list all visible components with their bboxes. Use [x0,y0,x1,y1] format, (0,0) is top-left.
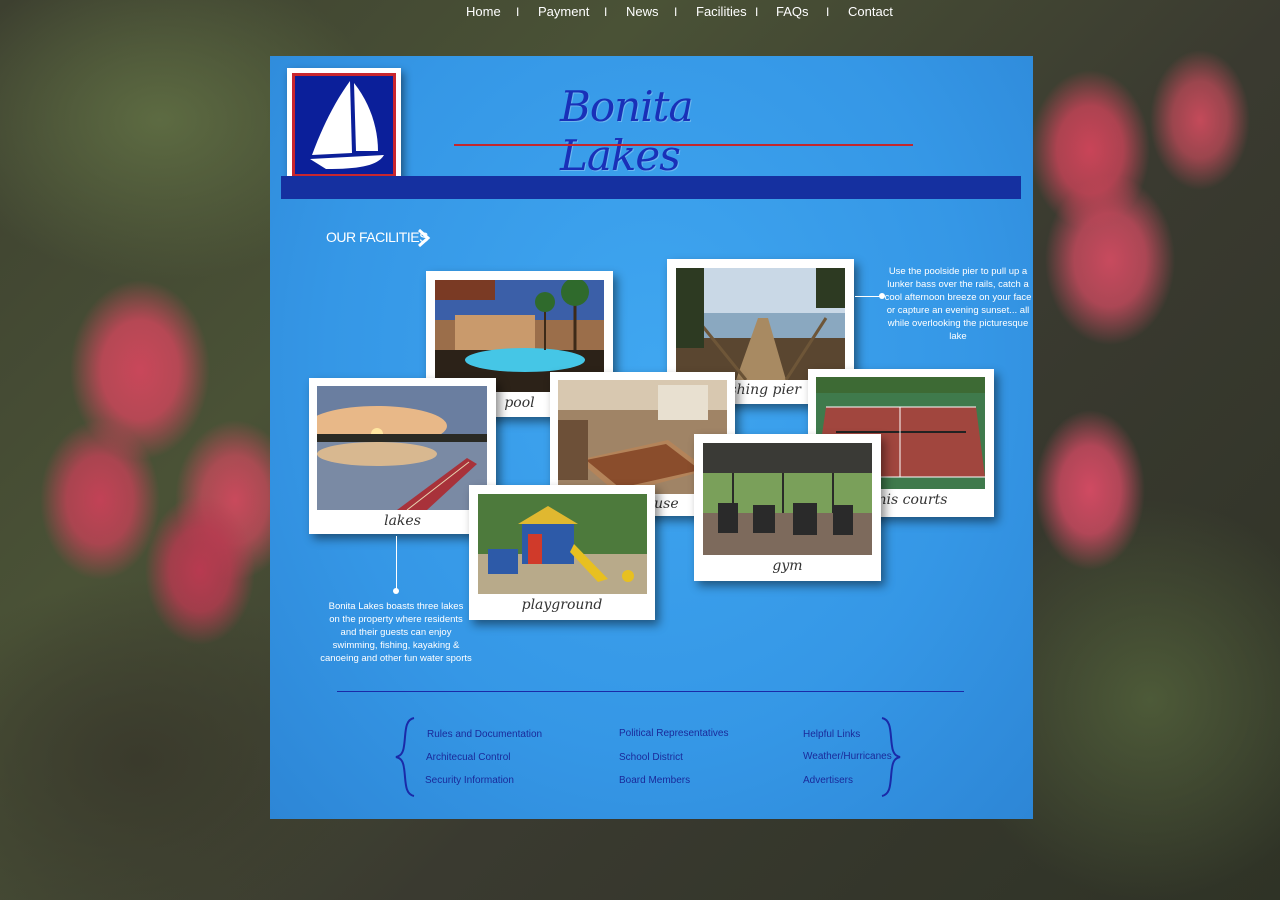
lakes-connector-line [396,536,397,592]
nav-home[interactable]: Home [466,3,501,21]
nav-contact[interactable]: Contact [848,3,893,21]
nav-separator: I [674,5,678,19]
playground-image [478,494,647,594]
nav-payment[interactable]: Payment [538,3,589,21]
lakes-description-line: and their guests can enjoy [340,627,452,638]
pier-description: Use the poolside pier to pull up a lunke… [880,265,1036,343]
footer-link-political[interactable]: Political Representatives [619,728,729,739]
main-nav [281,176,1021,199]
nav-separator: I [826,5,830,19]
footer-link-advertisers[interactable]: Advertisers [803,775,853,786]
lakes-description: Bonita Lakes boasts three lakes on the p… [318,600,474,665]
nav-facilities[interactable]: Facilities [696,3,747,21]
photo-caption: playground [521,597,603,613]
facilities-heading: OUR FACILITIES [326,229,428,245]
lakes-connector-dot [393,588,399,594]
pier-description-line: cool afternoon breeze on your face [884,292,1032,303]
footer-link-architectural[interactable]: Architecual Control [426,752,510,763]
lakes-description-line: canoeing and other fun water sports [320,653,472,664]
nav-faqs[interactable]: FAQs [776,3,809,21]
footer-divider [337,691,964,692]
footer-link-weather[interactable]: Weather/Hurricanes [803,751,892,762]
pier-description-line: lunker bass over the rails, catch a [887,279,1029,290]
fishing-pier-image [676,268,845,380]
lakes-description-line: on the property where residents [329,614,463,625]
sailboat-icon [310,81,384,169]
photo-caption: lakes [384,513,421,529]
footer-link-rules[interactable]: Rules and Documentation [427,729,542,740]
photo-playground[interactable]: playground [469,485,655,620]
photo-lakes[interactable]: lakes [309,378,496,534]
site-title: Bonita Lakes [560,82,694,180]
pier-description-line: while overlooking the picturesque lake [887,318,1029,342]
lakes-description-line: swimming, fishing, kayaking & [332,640,460,651]
nav-separator: I [516,5,520,19]
photo-caption: gym [772,558,803,574]
chevron-right-icon [418,228,431,248]
footer-link-security[interactable]: Security Information [425,775,514,786]
pier-description-line: Use the poolside pier to pull up a [888,266,1028,277]
nav-news[interactable]: News [626,3,659,21]
left-brace-icon [395,717,415,797]
sailboat-logo[interactable] [287,68,401,182]
photo-gym[interactable]: gym [694,434,881,581]
logo-background [292,73,396,177]
lakes-description-line: Bonita Lakes boasts three lakes [328,601,464,612]
footer-link-helpful[interactable]: Helpful Links [803,729,860,740]
footer-link-board[interactable]: Board Members [619,775,690,786]
gym-image [703,443,872,555]
nav-separator: I [604,5,608,19]
lakes-image [317,386,487,510]
footer-link-school[interactable]: School District [619,752,683,763]
title-underline [454,144,913,146]
nav-separator: I [755,5,759,19]
pier-description-line: or capture an evening sunset... all [886,305,1030,316]
